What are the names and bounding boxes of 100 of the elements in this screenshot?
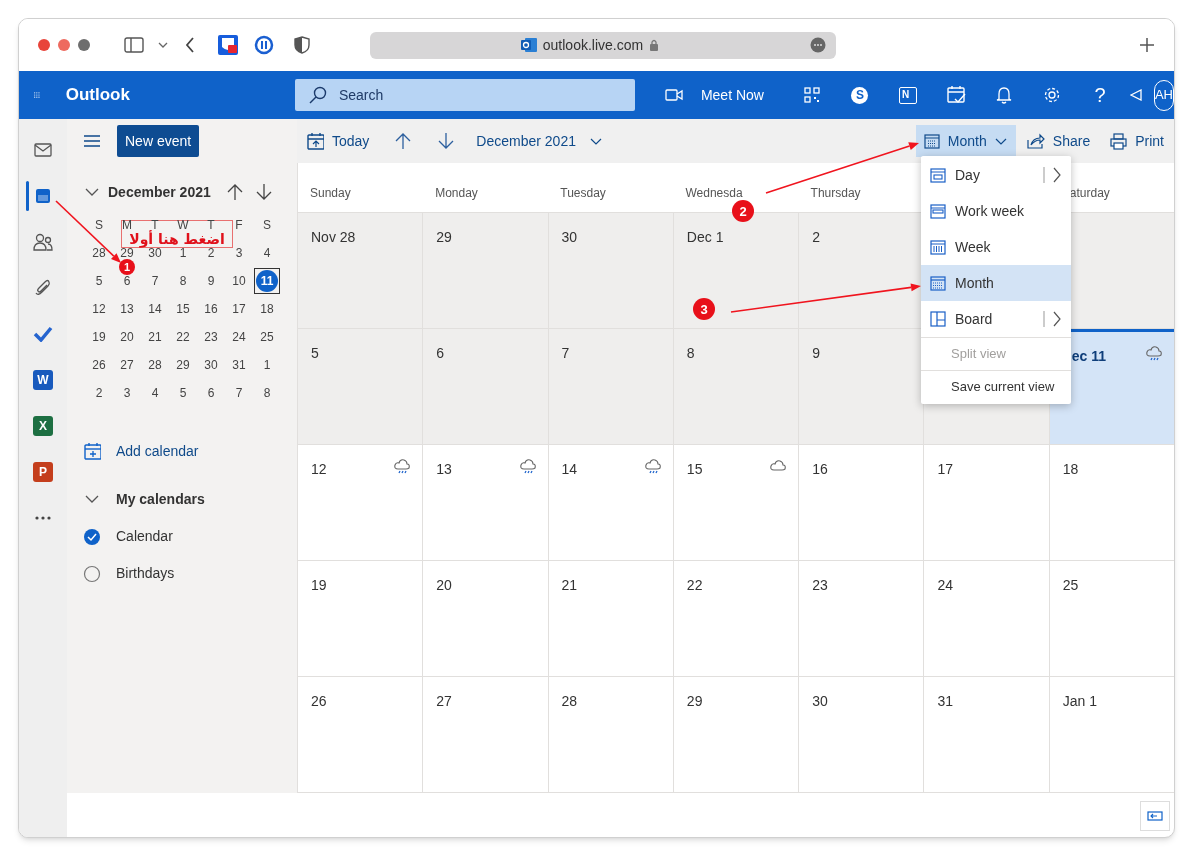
date-button[interactable]: 6	[123, 274, 131, 288]
date-button[interactable]: 24	[232, 330, 246, 344]
pause-circle-icon[interactable]	[254, 35, 274, 55]
checkbox-icon[interactable]	[83, 564, 101, 583]
add-calendar-link[interactable]: Add calendar	[83, 438, 199, 464]
new-event-button[interactable]: New event	[117, 125, 200, 157]
date-button[interactable]: 7	[151, 274, 159, 288]
day-cell[interactable]: 29	[422, 213, 548, 328]
date-button[interactable]: 5	[179, 386, 187, 400]
app-icon[interactable]: P	[33, 462, 53, 482]
date-button[interactable]: 13	[120, 302, 134, 316]
date-button[interactable]: 1	[263, 358, 271, 372]
menu-item[interactable]: Month	[921, 265, 1071, 301]
day-cell[interactable]: 8	[672, 329, 799, 444]
chevron-down-icon[interactable]	[158, 42, 168, 48]
date-button[interactable]: 25	[260, 330, 274, 344]
date-button[interactable]: 6	[207, 386, 215, 400]
calendar-name[interactable]: Calendar	[116, 526, 173, 547]
help-icon[interactable]: ?	[1094, 85, 1106, 105]
date-button[interactable]: 4	[263, 246, 271, 260]
settings-icon[interactable]	[1042, 86, 1061, 104]
period-picker[interactable]: December 2021	[476, 130, 602, 152]
shield-lock-icon[interactable]	[217, 34, 239, 56]
my-calendars-toggle[interactable]: My calendars	[85, 486, 205, 512]
window-control[interactable]	[58, 39, 70, 51]
date-button[interactable]: 30	[204, 358, 218, 372]
calendar-icon[interactable]	[35, 188, 51, 204]
day-cell[interactable]: 30	[547, 213, 673, 328]
date-button[interactable]: 23	[204, 330, 218, 344]
day-cell[interactable]: 5	[297, 329, 423, 444]
checkbox-icon[interactable]	[83, 527, 101, 546]
chat-app-icon[interactable]: S	[851, 86, 869, 104]
date-button[interactable]: 19	[92, 330, 106, 344]
window-control[interactable]	[78, 39, 90, 51]
sidebar-icon[interactable]	[124, 37, 144, 53]
qr-code-icon[interactable]	[803, 87, 820, 103]
app-icon[interactable]: W	[33, 370, 53, 390]
date-button[interactable]: 29	[120, 246, 134, 260]
date-button[interactable]: 31	[232, 358, 246, 372]
day-cell[interactable]: Jan 1	[1048, 677, 1174, 792]
date-button[interactable]: 22	[176, 330, 190, 344]
share-button[interactable]: Share	[1026, 130, 1091, 152]
date-button[interactable]: 18	[260, 302, 274, 316]
shield-icon[interactable]	[294, 36, 310, 54]
date-button[interactable]: 11	[254, 268, 280, 294]
date-button[interactable]: 15	[176, 302, 190, 316]
more-icon[interactable]	[810, 37, 826, 53]
date-button[interactable]: 12	[92, 302, 106, 316]
date-button[interactable]: 28	[148, 358, 162, 372]
people-icon[interactable]	[33, 233, 53, 251]
arrow-up-icon[interactable]	[226, 183, 243, 201]
today-button[interactable]: Today	[306, 130, 370, 152]
new-tab-icon[interactable]	[1140, 38, 1154, 52]
date-button[interactable]: 30	[148, 246, 162, 260]
date-button[interactable]: 26	[92, 358, 106, 372]
day-cell[interactable]: Nov 28	[297, 213, 423, 328]
megaphone-icon[interactable]	[1129, 89, 1142, 101]
mail-icon[interactable]	[34, 143, 52, 157]
date-button[interactable]: 2	[95, 386, 103, 400]
date-button[interactable]: 17	[232, 302, 246, 316]
arrow-up-icon[interactable]	[395, 132, 412, 150]
day-cell[interactable]: 2	[798, 213, 924, 328]
date-button[interactable]: 2	[207, 246, 215, 260]
bell-icon[interactable]	[995, 86, 1012, 104]
panel-toggle-button[interactable]	[1140, 801, 1170, 831]
print-button[interactable]: Print	[1110, 130, 1164, 152]
chevron-down-icon[interactable]	[85, 188, 99, 196]
date-button[interactable]: 3	[235, 246, 243, 260]
app-icon[interactable]: X	[33, 416, 53, 436]
date-button[interactable]: 5	[95, 274, 103, 288]
day-cell[interactable]: 18	[1048, 445, 1174, 560]
date-button[interactable]: 27	[120, 358, 134, 372]
date-button[interactable]: 20	[120, 330, 134, 344]
menu-item[interactable]: Week	[921, 229, 1071, 265]
day-cell[interactable]: 9	[798, 329, 924, 444]
date-button[interactable]: 7	[235, 386, 243, 400]
date-button[interactable]: 28	[92, 246, 106, 260]
notebook-icon[interactable]: N	[898, 86, 917, 104]
date-button[interactable]: 8	[263, 386, 271, 400]
menu-item[interactable]: Day	[921, 157, 1071, 193]
date-button[interactable]: 14	[148, 302, 162, 316]
date-button[interactable]: 29	[176, 358, 190, 372]
menu-item[interactable]: Work week	[921, 193, 1071, 229]
menu-item[interactable]: Board	[921, 301, 1071, 337]
paperclip-icon[interactable]	[35, 279, 51, 297]
date-button[interactable]: 8	[179, 274, 187, 288]
date-button[interactable]: 9	[207, 274, 215, 288]
back-icon[interactable]	[185, 37, 195, 53]
menu-icon[interactable]	[84, 135, 100, 147]
arrow-down-icon[interactable]	[255, 183, 272, 201]
arrow-down-icon[interactable]	[438, 132, 455, 150]
checkmark-icon[interactable]	[33, 326, 53, 342]
date-button[interactable]: 4	[151, 386, 159, 400]
view-switcher-button[interactable]: Month	[915, 125, 1016, 157]
day-cell[interactable]: 25	[1048, 561, 1174, 676]
window-control[interactable]	[38, 39, 50, 51]
date-button[interactable]: 16	[204, 302, 218, 316]
calendar-name[interactable]: Birthdays	[116, 563, 175, 584]
date-button[interactable]: 3	[123, 386, 131, 400]
search-field[interactable]: Search	[294, 79, 635, 111]
